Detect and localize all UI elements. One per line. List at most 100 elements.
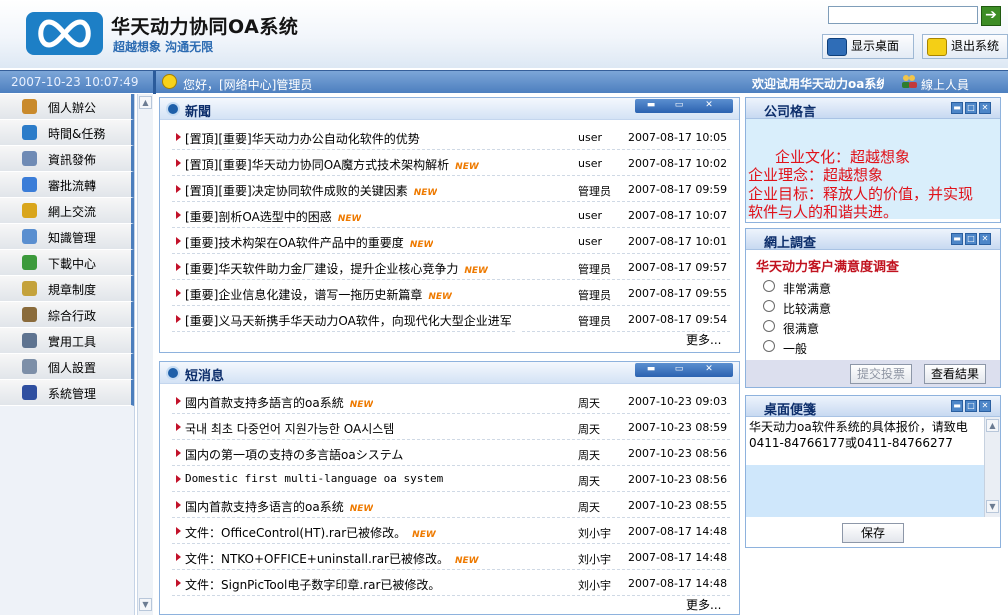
item-title-link[interactable]: Domestic first multi-language oa system — [185, 472, 443, 485]
list-item[interactable]: 國内首款支持多語言的oa系統 NEW 周天 2007-10-23 09:03 — [172, 388, 730, 414]
item-title: [置頂][重要]华天动力办公自动化软件的优势 — [185, 132, 420, 146]
item-title-link[interactable]: 国内首款支持多语言的oa系统 NEW — [185, 498, 373, 515]
minimize-icon[interactable]: ▬ — [951, 233, 963, 245]
list-item[interactable]: [置頂][重要]决定协同软件成败的关键因素 NEW 管理员 2007-08-17 09… — [172, 176, 730, 202]
item-title-link[interactable]: [置頂][重要]华天动力办公自动化软件的优势 — [185, 130, 420, 147]
save-button[interactable]: 保存 — [842, 523, 904, 543]
new-badge: NEW — [349, 400, 374, 410]
sidebar-item[interactable]: 系統管理 — [0, 380, 134, 406]
item-title-link[interactable]: 國内首款支持多語言的oa系統 NEW — [185, 394, 373, 411]
item-date: 2007-08-17 10:01 — [628, 235, 728, 248]
online-users-icon[interactable] — [901, 74, 917, 89]
option-label: 一般 — [783, 342, 808, 356]
sidebar-item[interactable]: 綜合行政 — [0, 302, 134, 328]
go-button[interactable]: ➔ — [981, 6, 1001, 26]
cube-icon — [22, 385, 37, 400]
item-title-link[interactable]: [重要]义马天新携手华天动力OA软件，向现代化大型企业进军 — [185, 312, 512, 329]
radio-button[interactable] — [763, 320, 775, 332]
minimize-icon[interactable]: ▬ — [645, 101, 657, 110]
item-author: 周天 — [578, 475, 600, 488]
sidebar-scrollbar[interactable]: ▲ ▼ — [137, 94, 153, 615]
sidebar: 個人辦公 時間&任務 資訊發佈 審批流轉 網上交流 知識管理 下載中心 規章制度 綜合行政 實用工… — [0, 94, 135, 615]
scroll-up-icon[interactable]: ▲ — [986, 419, 999, 432]
item-title-link[interactable]: 国内の第一項の支持の多言語oaシステム — [185, 446, 403, 463]
news-more-link[interactable]: 更多... — [686, 331, 721, 348]
sidebar-item[interactable]: 個人辦公 — [0, 94, 134, 120]
sidebar-item[interactable]: 審批流轉 — [0, 172, 134, 198]
tools-icon — [22, 333, 37, 348]
item-title-link[interactable]: [置頂][重要]华天动力协同OA魔方式技术架构解析 NEW — [185, 156, 479, 173]
notes-textarea[interactable]: 华天动力oa软件系统的具体报价，请致电0411-84766177或0411-84… — [746, 417, 984, 517]
close-icon[interactable]: ✕ — [979, 400, 991, 412]
search-input[interactable] — [828, 6, 978, 24]
close-icon[interactable]: ✕ — [703, 101, 715, 110]
item-date: 2007-08-17 14:48 — [628, 525, 728, 538]
notes-scrollbar[interactable]: ▲ ▼ — [984, 417, 1000, 517]
maximize-icon[interactable]: ▭ — [673, 101, 685, 110]
maximize-icon[interactable]: □ — [965, 102, 977, 114]
list-item[interactable]: 국내 최초 다중언어 지원가능한 OA시스템 周天 2007-10-23 08:59 — [172, 414, 730, 440]
status-divider — [153, 71, 156, 94]
sidebar-item[interactable]: 個人設置 — [0, 354, 134, 380]
item-author: 刘小宇 — [578, 527, 611, 540]
item-title-link[interactable]: [重要]华天软件助力金厂建设，提升企业核心竞争力 NEW — [185, 260, 488, 277]
list-item[interactable]: 文件：OfficeControl(HT).rar已被修改。 NEW 刘小宇 2007-… — [172, 518, 730, 544]
item-title-link[interactable]: 국내 최초 다중언어 지원가능한 OA시스템 — [185, 420, 394, 437]
maximize-icon[interactable]: □ — [965, 400, 977, 412]
list-item[interactable]: 文件：SignPicTool电子数字印章.rar已被修改。 刘小宇 2007-08-… — [172, 570, 730, 596]
item-title-link[interactable]: [重要]技术构架在OA软件产品中的重要度 NEW — [185, 234, 433, 251]
minimize-icon[interactable]: ▬ — [951, 400, 963, 412]
close-icon[interactable]: ✕ — [979, 233, 991, 245]
bullet-arrow-icon — [176, 475, 181, 483]
new-badge: NEW — [412, 530, 436, 540]
item-title-link[interactable]: [置頂][重要]决定协同软件成败的关键因素 NEW — [185, 182, 437, 199]
scroll-up-icon[interactable]: ▲ — [139, 96, 152, 109]
list-item[interactable]: [重要]义马天新携手华天动力OA软件，向现代化大型企业进军 管理员 2007-08-… — [172, 306, 730, 332]
sidebar-item[interactable]: 下載中心 — [0, 250, 134, 276]
exit-button[interactable]: 退出系统 — [922, 34, 1008, 59]
item-title-link[interactable]: 文件：NTKO+OFFICE+uninstall.rar已被修改。 NEW — [185, 550, 479, 567]
item-date: 2007-08-17 14:48 — [628, 551, 728, 564]
submit-vote-button[interactable]: 提交投票 — [850, 364, 912, 384]
online-users-link[interactable]: 線上人員 — [921, 76, 969, 93]
close-icon[interactable]: ✕ — [703, 365, 715, 374]
new-badge: NEW — [337, 214, 362, 224]
maximize-icon[interactable]: ▭ — [673, 365, 685, 374]
sidebar-item[interactable]: 時間&任務 — [0, 120, 134, 146]
sidebar-item[interactable]: 規章制度 — [0, 276, 134, 302]
radio-button[interactable] — [763, 300, 775, 312]
item-title-link[interactable]: 文件：SignPicTool电子数字印章.rar已被修改。 — [185, 576, 440, 593]
item-title-link[interactable]: 文件：OfficeControl(HT).rar已被修改。 NEW — [185, 524, 436, 541]
sidebar-item[interactable]: 實用工具 — [0, 328, 134, 354]
list-item[interactable]: [重要]技术构架在OA软件产品中的重要度 NEW user 2007-08-17 10… — [172, 228, 730, 254]
item-title: 文件：SignPicTool电子数字印章.rar已被修改。 — [185, 578, 441, 592]
scroll-down-icon[interactable]: ▼ — [986, 500, 999, 513]
item-title-link[interactable]: [重要]企业信息化建设，谱写一拖历史新篇章 NEW — [185, 286, 452, 303]
list-item[interactable]: [置頂][重要]华天动力办公自动化软件的优势 user 2007-08-17 10:… — [172, 124, 730, 150]
close-icon[interactable]: ✕ — [979, 102, 991, 114]
item-author: 刘小宇 — [578, 553, 611, 566]
list-item[interactable]: 文件：NTKO+OFFICE+uninstall.rar已被修改。 NEW 刘小宇 2… — [172, 544, 730, 570]
item-title-link[interactable]: [重要]剖析OA选型中的困惑 NEW — [185, 208, 361, 225]
list-item[interactable]: [重要]剖析OA选型中的困惑 NEW user 2007-08-17 10:07 — [172, 202, 730, 228]
messages-more-link[interactable]: 更多... — [686, 596, 721, 613]
radio-button[interactable] — [763, 280, 775, 292]
minimize-icon[interactable]: ▬ — [645, 365, 657, 374]
maximize-icon[interactable]: □ — [965, 233, 977, 245]
sidebar-item[interactable]: 知識管理 — [0, 224, 134, 250]
view-results-button[interactable]: 查看結果 — [924, 364, 986, 384]
messages-title: 短消息 — [185, 369, 225, 384]
list-item[interactable]: [置頂][重要]华天动力协同OA魔方式技术架构解析 NEW user 2007-08-… — [172, 150, 730, 176]
scroll-down-icon[interactable]: ▼ — [139, 598, 152, 611]
list-item[interactable]: [重要]企业信息化建设，谱写一拖历史新篇章 NEW 管理员 2007-08-17 09… — [172, 280, 730, 306]
sidebar-item[interactable]: 網上交流 — [0, 198, 134, 224]
radio-button[interactable] — [763, 340, 775, 352]
settings-icon — [22, 359, 37, 374]
list-item[interactable]: [重要]华天软件助力金厂建设，提升企业核心竞争力 NEW 管理员 2007-08-17… — [172, 254, 730, 280]
minimize-icon[interactable]: ▬ — [951, 102, 963, 114]
show-desktop-button[interactable]: 显示桌面 — [822, 34, 914, 59]
sidebar-item[interactable]: 資訊發佈 — [0, 146, 134, 172]
list-item[interactable]: Domestic first multi-language oa system 周… — [172, 466, 730, 492]
list-item[interactable]: 国内の第一項の支持の多言語oaシステム 周天 2007-10-23 08:56 — [172, 440, 730, 466]
list-item[interactable]: 国内首款支持多语言的oa系统 NEW 周天 2007-10-23 08:55 — [172, 492, 730, 518]
